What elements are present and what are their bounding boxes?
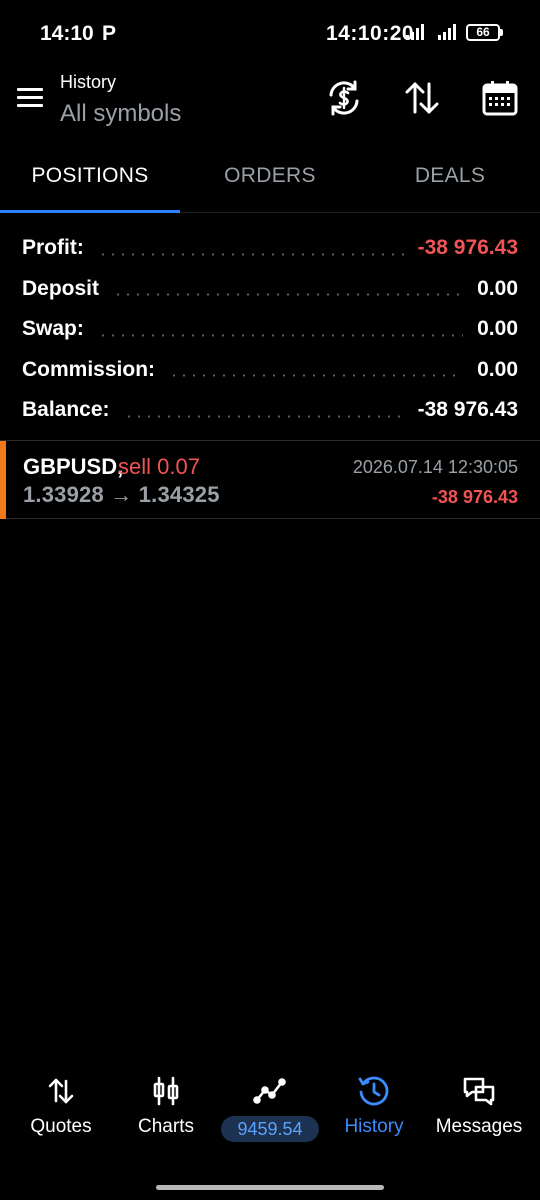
nav-quotes[interactable]: Quotes xyxy=(7,1064,115,1154)
position-type-bar xyxy=(0,441,6,519)
status-bar: 14:10 P 14:10:20 66 xyxy=(0,0,540,66)
deposit-value: 0.00 xyxy=(477,276,518,300)
bottom-nav: Quotes Charts 9459.54 History Messages xyxy=(0,1064,540,1164)
app-bar: History All symbols xyxy=(0,66,540,146)
summary-row-profit: Profit: -38 976.43 xyxy=(22,228,518,269)
home-indicator[interactable] xyxy=(156,1185,384,1190)
position-type-volume: sell 0.07 xyxy=(118,454,200,479)
refresh-currency-icon[interactable] xyxy=(324,78,364,118)
menu-icon[interactable] xyxy=(14,82,46,114)
nav-history-label: History xyxy=(344,1116,404,1137)
status-time: 14:10 xyxy=(40,22,94,45)
position-row[interactable]: GBPUSD, sell 0.07 1.33928 → 1.34325 2026… xyxy=(0,440,540,519)
battery-icon: 66 xyxy=(466,24,500,41)
dotted-leader xyxy=(97,252,404,256)
position-prices: 1.33928 → 1.34325 xyxy=(23,482,220,507)
calendar-icon[interactable] xyxy=(480,78,520,118)
tab-deals[interactable]: DEALS xyxy=(360,146,540,210)
sort-icon[interactable] xyxy=(402,78,442,118)
status-time-overlay: 14:10:20 xyxy=(326,22,415,45)
position-time: 2026.07.14 12:30:05 xyxy=(352,457,518,477)
history-icon xyxy=(358,1076,389,1106)
trade-chart-icon xyxy=(253,1078,286,1104)
signal-icon-2 xyxy=(438,24,456,40)
summary-row-swap: Swap: 0.00 xyxy=(22,309,518,350)
quotes-icon xyxy=(48,1078,74,1104)
summary-panel: Profit: -38 976.43 Deposit 0.00 Swap: 0.… xyxy=(22,228,518,431)
charts-icon xyxy=(153,1076,179,1106)
dotted-leader xyxy=(113,293,464,297)
balance-badge[interactable]: 9459.54 xyxy=(221,1116,319,1142)
nav-charts-label: Charts xyxy=(138,1116,194,1137)
dotted-leader xyxy=(123,414,404,418)
dotted-leader xyxy=(169,374,464,378)
swap-label: Swap: xyxy=(22,317,84,341)
nav-charts[interactable]: Charts xyxy=(112,1064,220,1154)
nav-quotes-label: Quotes xyxy=(30,1116,92,1137)
summary-row-deposit: Deposit 0.00 xyxy=(22,269,518,310)
tab-bar: POSITIONS ORDERS DEALS xyxy=(0,146,540,213)
summary-row-commission: Commission: 0.00 xyxy=(22,350,518,391)
symbol-filter[interactable]: All symbols xyxy=(60,100,181,128)
page-title: History xyxy=(60,72,117,92)
deposit-label: Deposit xyxy=(22,276,100,300)
commission-label: Commission: xyxy=(22,357,156,381)
profit-label: Profit: xyxy=(22,236,84,260)
tab-orders[interactable]: ORDERS xyxy=(180,146,360,210)
position-profit: -38 976.43 xyxy=(431,487,518,507)
battery-tip xyxy=(500,29,503,36)
nav-history[interactable]: History xyxy=(320,1064,428,1154)
position-symbol: GBPUSD, xyxy=(23,454,124,479)
carrier-icon: P xyxy=(102,22,117,45)
nav-messages-label: Messages xyxy=(435,1116,523,1137)
commission-value: 0.00 xyxy=(477,357,518,381)
balance-label: Balance: xyxy=(22,398,110,422)
summary-row-balance: Balance: -38 976.43 xyxy=(22,390,518,431)
nav-messages[interactable]: Messages xyxy=(425,1064,533,1154)
messages-icon xyxy=(463,1077,495,1106)
signal-icon xyxy=(406,24,424,40)
tab-positions[interactable]: POSITIONS xyxy=(0,146,180,210)
balance-value: -38 976.43 xyxy=(417,398,518,422)
profit-value: -38 976.43 xyxy=(417,236,518,260)
tab-indicator xyxy=(0,210,180,213)
dotted-leader xyxy=(97,333,464,337)
swap-value: 0.00 xyxy=(477,317,518,341)
